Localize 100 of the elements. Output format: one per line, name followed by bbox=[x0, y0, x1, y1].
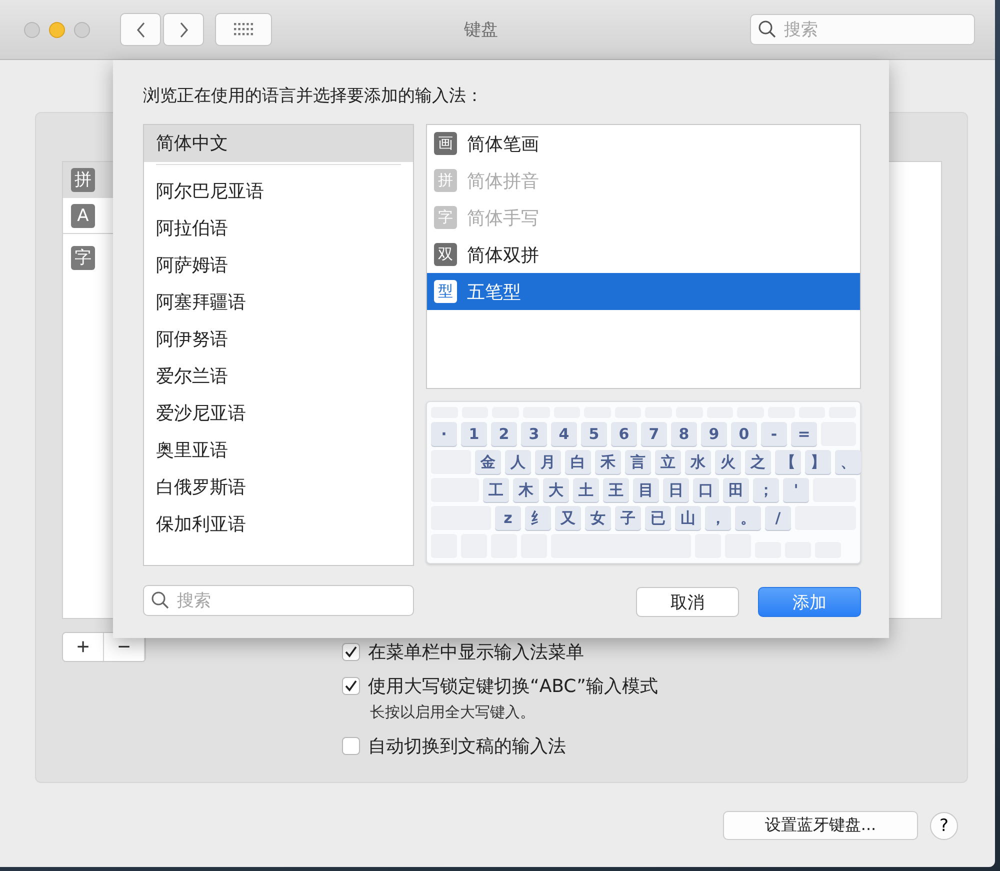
show-all-button[interactable] bbox=[215, 13, 272, 46]
list-control-button[interactable]: + bbox=[63, 633, 104, 661]
keyboard-key: · bbox=[431, 422, 457, 446]
option-label: 自动切换到文稿的输入法 bbox=[368, 735, 566, 758]
keyboard-key: ' bbox=[783, 478, 809, 502]
checkbox[interactable] bbox=[342, 677, 360, 695]
option-label: 在菜单栏中显示输入法菜单 bbox=[368, 641, 584, 664]
input-method-item[interactable]: 型 五笔型 bbox=[427, 273, 860, 310]
keyboard-key: 白 bbox=[565, 450, 591, 474]
input-source-badge: A bbox=[71, 204, 95, 228]
checkbox[interactable] bbox=[342, 737, 360, 755]
language-item[interactable]: 保加利亚语 bbox=[144, 506, 413, 543]
input-method-label: 简体手写 bbox=[467, 206, 539, 230]
keyboard-key: 水 bbox=[685, 450, 711, 474]
keyboard-key: 9 bbox=[701, 422, 727, 446]
chevron-left-icon bbox=[136, 20, 146, 38]
keyboard-key: 禾 bbox=[595, 450, 621, 474]
keyboard-key: z bbox=[495, 506, 521, 530]
keyboard-key: 1 bbox=[461, 422, 487, 446]
keyboard-key: 又 bbox=[555, 506, 581, 530]
keyboard-key: 5 bbox=[581, 422, 607, 446]
keyboard-key: 月 bbox=[535, 450, 561, 474]
keyboard-key: 工 bbox=[483, 478, 509, 502]
language-item[interactable]: 阿拉伯语 bbox=[144, 210, 413, 247]
keyboard-key: 木 bbox=[513, 478, 539, 502]
search-field[interactable]: 搜索 bbox=[143, 585, 414, 616]
keyboard-key: / bbox=[765, 506, 791, 530]
keyboard-key: 纟 bbox=[525, 506, 551, 530]
input-method-label: 五笔型 bbox=[467, 280, 521, 304]
input-method-badge: 拼 bbox=[434, 169, 457, 192]
input-source-badge: 字 bbox=[71, 246, 95, 270]
input-method-badge: 字 bbox=[434, 206, 457, 229]
keyboard-key: 目 bbox=[633, 478, 659, 502]
language-item[interactable]: 阿伊努语 bbox=[144, 321, 413, 358]
keyboard-key: 王 bbox=[603, 478, 629, 502]
keyboard-key: 8 bbox=[671, 422, 697, 446]
close-button[interactable] bbox=[24, 22, 40, 38]
keyboard-key: 已 bbox=[645, 506, 671, 530]
keyboard-key: 日 bbox=[663, 478, 689, 502]
keyboard-key: 口 bbox=[693, 478, 719, 502]
input-method-item[interactable]: 画 简体笔画 bbox=[427, 125, 860, 162]
language-item[interactable]: 白俄罗斯语 bbox=[144, 469, 413, 506]
keyboard-key: 4 bbox=[551, 422, 577, 446]
input-method-badge: 型 bbox=[434, 280, 457, 303]
input-method-label: 简体拼音 bbox=[467, 170, 539, 192]
option-note: 长按以启用全大写键入。 bbox=[370, 703, 536, 723]
minimize-button[interactable] bbox=[49, 22, 65, 38]
language-item[interactable]: 阿尔巴尼亚语 bbox=[144, 173, 413, 210]
keyboard-key: 、 bbox=[835, 450, 861, 474]
back-button[interactable] bbox=[120, 13, 161, 46]
input-method-label: 简体笔画 bbox=[467, 132, 539, 156]
keyboard-key: 人 bbox=[505, 450, 531, 474]
help-button[interactable]: ? bbox=[930, 812, 958, 840]
search-icon bbox=[151, 591, 169, 609]
keyboard-key: 【 bbox=[775, 450, 801, 474]
language-item[interactable]: 爱沙尼亚语 bbox=[144, 395, 413, 432]
input-source-item[interactable]: A bbox=[63, 198, 113, 234]
dialog-button[interactable]: 取消 bbox=[636, 587, 739, 617]
keyboard-key: 金 bbox=[475, 450, 501, 474]
input-method-badge: 双 bbox=[434, 243, 457, 266]
search-icon bbox=[758, 20, 776, 38]
input-source-item[interactable]: 拼 bbox=[63, 162, 113, 198]
search-field[interactable]: 搜索 bbox=[750, 14, 975, 45]
window-title: 键盘 bbox=[463, 19, 499, 41]
keyboard-key: 7 bbox=[641, 422, 667, 446]
keyboard-key: 】 bbox=[805, 450, 831, 474]
keyboard-key: 女 bbox=[585, 506, 611, 530]
keyboard-key: 大 bbox=[543, 478, 569, 502]
keyboard-key: 之 bbox=[745, 450, 771, 474]
language-item[interactable]: 阿塞拜疆语 bbox=[144, 284, 413, 321]
keyboard-key: ， bbox=[705, 506, 731, 530]
bluetooth-keyboard-button[interactable]: 设置蓝牙键盘... bbox=[723, 811, 918, 840]
keyboard-key: 6 bbox=[611, 422, 637, 446]
zoom-button[interactable] bbox=[74, 22, 90, 38]
keyboard-key: 2 bbox=[491, 422, 517, 446]
checkbox[interactable] bbox=[342, 643, 360, 661]
keyboard-key: ； bbox=[753, 478, 779, 502]
chevron-right-icon bbox=[178, 20, 188, 38]
input-source-item[interactable]: 字 bbox=[63, 240, 113, 276]
language-item[interactable]: 简体中文 bbox=[144, 125, 413, 162]
input-method-item[interactable]: 双 简体双拼 bbox=[427, 236, 860, 273]
language-item[interactable]: 爱尔兰语 bbox=[144, 358, 413, 395]
keyboard-key: 。 bbox=[735, 506, 761, 530]
keyboard-key: 山 bbox=[675, 506, 701, 530]
language-item[interactable]: 阿萨姆语 bbox=[144, 247, 413, 284]
keyboard-key: = bbox=[791, 422, 817, 446]
sheet-prompt: 浏览正在使用的语言并选择要添加的输入法： bbox=[143, 85, 484, 107]
language-item[interactable]: 奥里亚语 bbox=[144, 432, 413, 469]
keyboard-key: 火 bbox=[715, 450, 741, 474]
keyboard-key: 田 bbox=[723, 478, 749, 502]
input-method-label: 简体双拼 bbox=[467, 244, 539, 266]
keyboard-key: 土 bbox=[573, 478, 599, 502]
grid-icon bbox=[234, 22, 254, 36]
keyboard-key: - bbox=[761, 422, 787, 446]
input-source-badge: 拼 bbox=[71, 168, 95, 192]
keyboard-key: 3 bbox=[521, 422, 547, 446]
keyboard-key: 言 bbox=[625, 450, 651, 474]
keyboard-key: 子 bbox=[615, 506, 641, 530]
forward-button[interactable] bbox=[163, 13, 204, 46]
keyboard-key: 立 bbox=[655, 450, 681, 474]
